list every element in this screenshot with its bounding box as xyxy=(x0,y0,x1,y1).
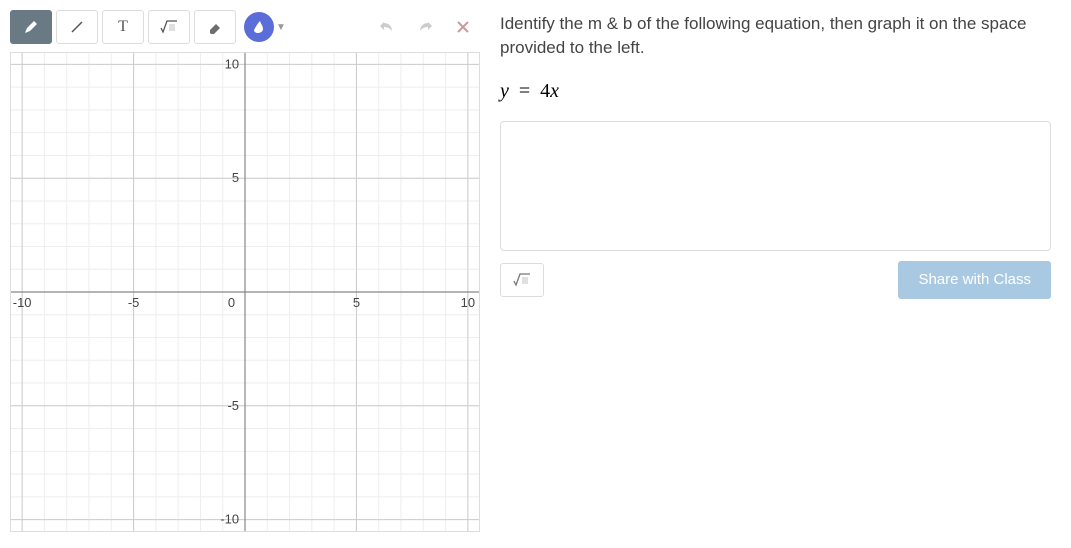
share-with-class-button[interactable]: Share with Class xyxy=(898,261,1051,299)
graph-canvas[interactable]: -10 -5 0 5 10 -10 -5 5 10 xyxy=(10,52,480,532)
equation-display: y = 4x xyxy=(500,80,1051,103)
svg-text:-5: -5 xyxy=(128,295,140,310)
ink-color-button[interactable] xyxy=(244,12,274,42)
svg-text:5: 5 xyxy=(353,295,360,310)
eraser-icon xyxy=(207,19,223,35)
ink-icon xyxy=(251,19,267,35)
close-icon xyxy=(456,20,470,34)
close-button[interactable] xyxy=(446,10,480,44)
undo-icon xyxy=(378,18,396,36)
line-tool-button[interactable] xyxy=(56,10,98,44)
coordinate-grid: -10 -5 0 5 10 -10 -5 5 10 xyxy=(11,53,479,531)
svg-text:-5: -5 xyxy=(228,398,240,413)
answer-input[interactable] xyxy=(500,121,1051,251)
math-tool-button[interactable] xyxy=(148,10,190,44)
sqrt-icon xyxy=(513,273,531,287)
svg-text:10: 10 xyxy=(461,295,475,310)
chevron-down-icon[interactable]: ▼ xyxy=(276,22,286,33)
text-tool-button[interactable]: T xyxy=(102,10,144,44)
question-prompt: Identify the m & b of the following equa… xyxy=(500,12,1051,60)
undo-button[interactable] xyxy=(370,10,404,44)
svg-text:-10: -10 xyxy=(13,295,32,310)
svg-text:-10: -10 xyxy=(220,512,239,527)
marker-icon xyxy=(23,19,39,35)
drawing-toolbar: T ▼ xyxy=(10,10,480,44)
svg-text:0: 0 xyxy=(228,295,235,310)
svg-text:10: 10 xyxy=(225,56,239,71)
text-icon: T xyxy=(118,18,128,36)
line-icon xyxy=(69,19,85,35)
marker-tool-button[interactable] xyxy=(10,10,52,44)
math-keyboard-button[interactable] xyxy=(500,263,544,297)
sqrt-icon xyxy=(160,20,178,34)
eraser-tool-button[interactable] xyxy=(194,10,236,44)
svg-text:5: 5 xyxy=(232,170,239,185)
redo-button[interactable] xyxy=(408,10,442,44)
redo-icon xyxy=(416,18,434,36)
